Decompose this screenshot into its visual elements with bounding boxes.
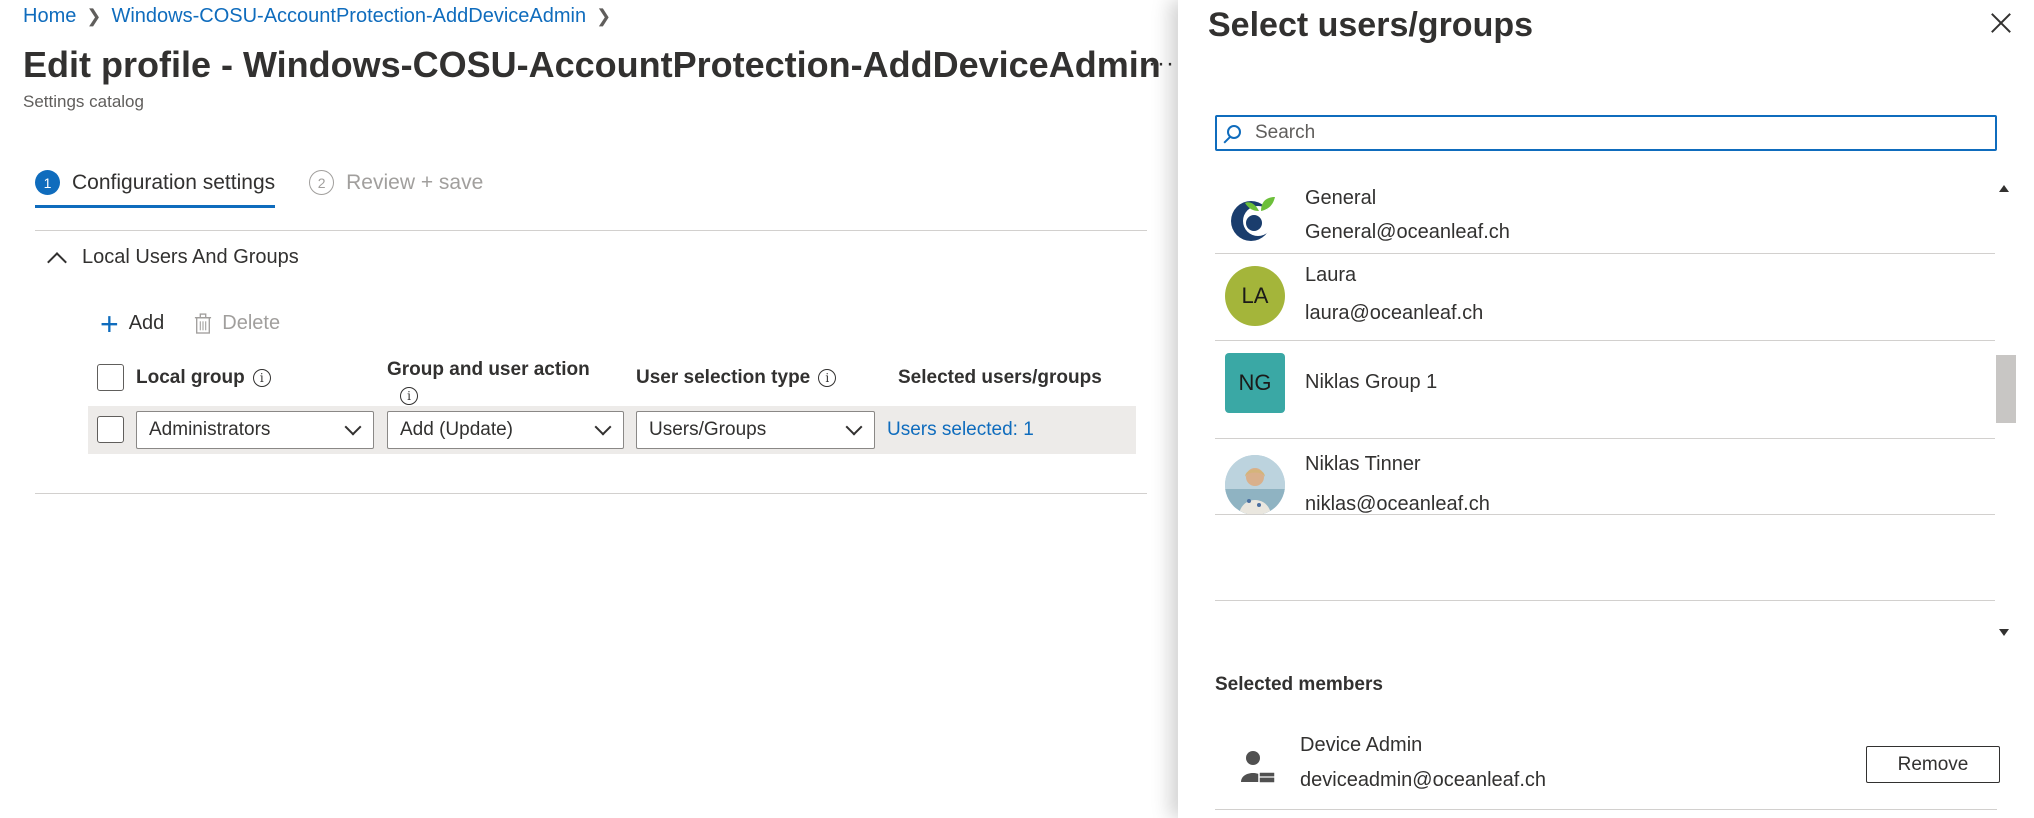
member-email: deviceadmin@oceanleaf.ch: [1300, 769, 1547, 791]
header-label: Local group: [136, 367, 245, 388]
chevron-down-icon: [845, 418, 863, 436]
dropdown-value: Add (Update): [400, 419, 514, 440]
info-icon[interactable]: i: [252, 368, 271, 387]
search-placeholder: Search: [1255, 122, 1316, 143]
user-admin-icon: [1241, 751, 1276, 784]
list-item[interactable]: General General@oceanleaf.ch: [1215, 175, 1995, 253]
local-group-dropdown[interactable]: Administrators: [136, 411, 374, 449]
row-checkbox[interactable]: [97, 416, 124, 443]
page-subtitle: Settings catalog: [23, 92, 144, 111]
trash-icon: [195, 312, 212, 334]
step-label: Configuration settings: [72, 170, 276, 194]
column-header-group-action: Group and user action: [387, 359, 590, 381]
tab-configuration-settings[interactable]: 1 Configuration settings: [35, 170, 276, 208]
search-icon: [1227, 125, 1241, 139]
selected-members-heading: Selected members: [1215, 674, 1383, 695]
edit-profile-page: Home ❯ Windows-COSU-AccountProtection-Ad…: [0, 0, 1178, 818]
org-logo-icon: [1225, 187, 1285, 247]
page-title: Edit profile - Windows-COSU-AccountProte…: [23, 44, 1161, 85]
divider: [35, 493, 1147, 494]
table-row: Administrators Add (Update) Users/Groups…: [88, 406, 1136, 454]
group-action-dropdown[interactable]: Add (Update): [387, 411, 624, 449]
item-name: General: [1305, 187, 1377, 209]
avatar: NG: [1225, 353, 1285, 413]
divider: [1215, 600, 1995, 601]
search-input[interactable]: Search: [1215, 115, 1997, 151]
user-photo-avatar: [1225, 455, 1285, 515]
list-item[interactable]: LA Laura laura@oceanleaf.ch: [1215, 254, 1995, 340]
breadcrumb-home-link[interactable]: Home: [23, 5, 76, 28]
item-name: Niklas Tinner: [1305, 453, 1421, 475]
panel-title: Select users/groups: [1208, 6, 1534, 44]
dropdown-value: Users/Groups: [649, 419, 767, 440]
close-icon[interactable]: [1988, 10, 2014, 36]
scroll-thumb[interactable]: [1996, 355, 2016, 423]
table-toolbar: + Add Delete: [100, 305, 280, 342]
select-users-groups-panel: Select users/groups Search General Gener…: [1178, 0, 2034, 818]
delete-button[interactable]: Delete: [194, 312, 280, 335]
item-name: Niklas Group 1: [1305, 371, 1438, 393]
step-number: 2: [309, 170, 335, 195]
column-header-selected-users: Selected users/groups: [898, 367, 1102, 388]
list-item[interactable]: NG Niklas Group 1: [1215, 341, 1995, 426]
chevron-right-icon: ❯: [86, 6, 102, 26]
column-header-local-group: Local group i: [136, 367, 271, 389]
dropdown-value: Administrators: [149, 419, 271, 440]
section-toggle-local-users-groups[interactable]: Local Users And Groups: [47, 246, 299, 272]
chevron-right-icon: ❯: [596, 6, 612, 26]
user-group-list: General General@oceanleaf.ch LA Laura la…: [1215, 175, 1995, 605]
scroll-up-arrow-icon[interactable]: [1999, 185, 2009, 192]
scroll-down-arrow-icon[interactable]: [1999, 629, 2009, 636]
wizard-steps: 1 Configuration settings 2 Review + save: [35, 170, 483, 208]
header-label: Group and user action: [387, 359, 590, 380]
chevron-down-icon: [344, 418, 362, 436]
selected-member-row: Device Admin deviceadmin@oceanleaf.ch Re…: [1215, 724, 2000, 810]
delete-label: Delete: [222, 312, 281, 334]
member-name: Device Admin: [1300, 734, 1423, 756]
breadcrumb-profile-link[interactable]: Windows-COSU-AccountProtection-AddDevice…: [111, 5, 586, 28]
column-header-selection-type: User selection type i: [636, 367, 837, 389]
avatar: LA: [1225, 266, 1285, 326]
item-email: niklas@oceanleaf.ch: [1305, 493, 1490, 515]
add-button[interactable]: + Add: [100, 305, 165, 342]
selection-type-dropdown[interactable]: Users/Groups: [636, 411, 875, 449]
tab-review-save[interactable]: 2 Review + save: [309, 170, 483, 208]
step-number: 1: [35, 170, 60, 195]
add-label: Add: [128, 312, 165, 334]
remove-button[interactable]: Remove: [1866, 746, 2000, 783]
item-email: laura@oceanleaf.ch: [1305, 302, 1484, 324]
plus-icon: +: [100, 305, 119, 342]
info-icon[interactable]: i: [818, 368, 837, 387]
chevron-down-icon: [594, 418, 612, 436]
header-label: User selection type: [636, 367, 811, 388]
list-item[interactable]: Niklas Tinner niklas@oceanleaf.ch: [1215, 439, 1995, 529]
divider: [35, 230, 1147, 231]
divider: [1215, 514, 1995, 515]
users-selected-link[interactable]: Users selected: 1: [887, 419, 1034, 441]
breadcrumb: Home ❯ Windows-COSU-AccountProtection-Ad…: [23, 5, 611, 28]
section-title: Local Users And Groups: [82, 246, 299, 268]
select-all-checkbox[interactable]: [97, 364, 124, 391]
chevron-up-icon: [47, 251, 67, 272]
list-scrollbar[interactable]: [1994, 175, 2016, 645]
info-icon[interactable]: i: [400, 387, 418, 405]
more-options-button[interactable]: ···: [1148, 50, 1175, 78]
step-label: Review + save: [346, 170, 484, 194]
item-email: General@oceanleaf.ch: [1305, 221, 1510, 243]
item-name: Laura: [1305, 264, 1357, 286]
